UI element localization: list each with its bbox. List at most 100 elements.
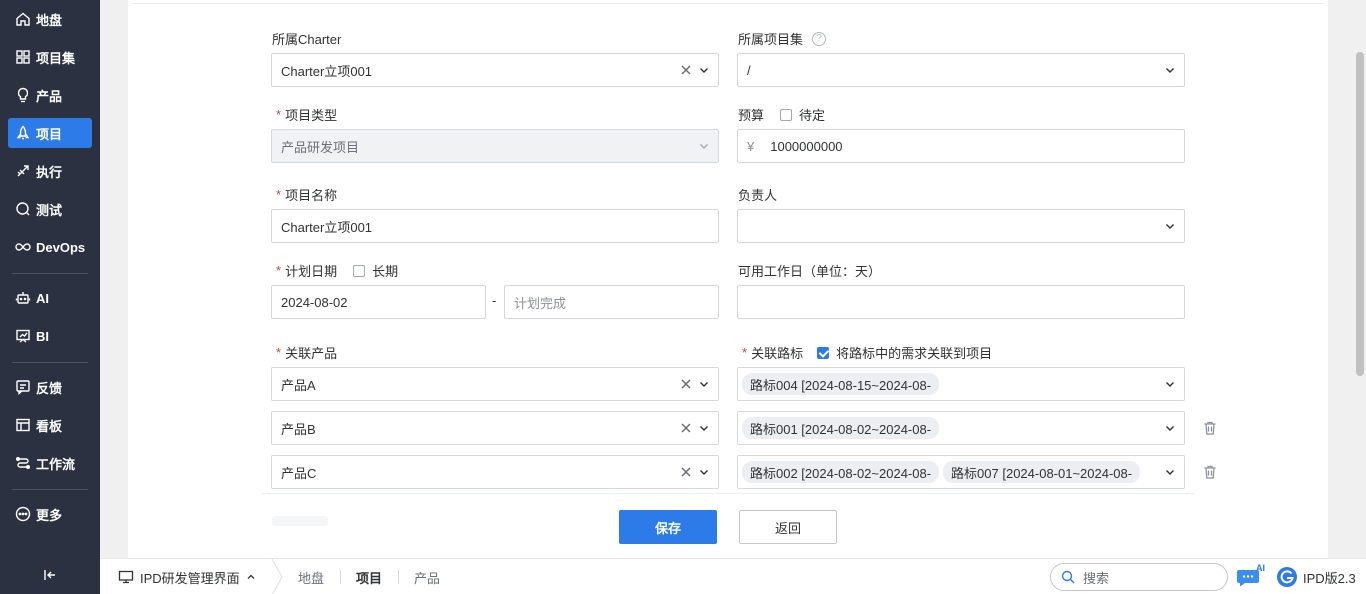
- tab-separator: [340, 570, 341, 584]
- chevron-down-icon: [700, 470, 708, 475]
- sidebar-item-label: AI: [36, 290, 49, 306]
- tab-home[interactable]: 地盘: [298, 559, 324, 594]
- chevron-down-icon: [1166, 224, 1174, 229]
- collapse-left-icon[interactable]: [40, 566, 60, 584]
- tab-separator: [398, 570, 399, 584]
- trash-icon[interactable]: [1202, 420, 1218, 436]
- milestone-select[interactable]: 路标002 [2024-08-02~2024-08- 路标007 [2024-0…: [737, 455, 1185, 489]
- budget-input[interactable]: ¥ 1000000000: [737, 129, 1185, 163]
- product-select[interactable]: 产品A: [271, 367, 719, 401]
- chevron-down-icon: [700, 68, 708, 73]
- milestone-tag[interactable]: 路标007 [2024-08-01~2024-08-: [943, 461, 1141, 483]
- program-select[interactable]: /: [737, 53, 1185, 87]
- products-label: * 关联产品: [276, 345, 338, 361]
- tab-product[interactable]: 产品: [414, 559, 440, 594]
- rocket-icon: [16, 125, 30, 140]
- workdays-input[interactable]: [737, 285, 1185, 319]
- clear-icon[interactable]: [680, 64, 692, 76]
- sidebar-divider: [12, 489, 88, 490]
- project-type-value: 产品研发项目: [281, 139, 360, 155]
- ai-assistant-button[interactable]: AI: [1236, 563, 1266, 589]
- project-name-value: Charter立项001: [281, 219, 373, 235]
- sidebar-divider: [12, 273, 88, 274]
- long-term-label: 长期: [372, 264, 399, 279]
- clear-icon[interactable]: [680, 466, 692, 478]
- chevron-down-icon: [1166, 426, 1174, 431]
- sidebar-item-feedback[interactable]: 反馈: [8, 372, 92, 402]
- search-icon: [1061, 570, 1075, 584]
- clear-icon[interactable]: [680, 378, 692, 390]
- sidebar-item-label: 执行: [36, 164, 63, 180]
- monitor-icon: [118, 570, 134, 584]
- product-value: 产品B: [281, 421, 316, 437]
- trash-icon[interactable]: [1202, 464, 1218, 480]
- plan-date-label: * 计划日期 长期: [276, 263, 399, 279]
- plan-end-date-input[interactable]: 计划完成: [504, 285, 719, 319]
- save-button[interactable]: 保存: [619, 510, 717, 544]
- chevron-down-icon: [700, 426, 708, 431]
- charter-select[interactable]: Charter立项001: [271, 53, 719, 87]
- sidebar-item-workflow[interactable]: 工作流: [8, 448, 92, 478]
- sidebar-item-label: 产品: [36, 88, 63, 104]
- global-search-input[interactable]: 搜索: [1050, 563, 1228, 591]
- kanban-icon: [16, 418, 30, 432]
- infinity-icon: [15, 243, 31, 251]
- charter-label: 所属Charter: [272, 32, 342, 47]
- sidebar-item-program[interactable]: 项目集: [8, 42, 92, 72]
- sidebar-item-label: 更多: [36, 507, 63, 523]
- chevron-down-icon: [1166, 68, 1174, 73]
- chevron-down-icon: [1166, 470, 1174, 475]
- sidebar-item-test[interactable]: 测试: [8, 194, 92, 224]
- version-text: IPD版2.3: [1303, 570, 1356, 586]
- tab-project[interactable]: 项目: [356, 559, 382, 594]
- owner-select[interactable]: [737, 209, 1185, 243]
- sidebar-item-label: 看板: [36, 418, 63, 434]
- sidebar-item-bi[interactable]: BI: [8, 321, 92, 351]
- sidebar-item-label: 项目集: [36, 50, 76, 66]
- clear-icon[interactable]: [680, 422, 692, 434]
- breadcrumb-divider: [271, 559, 283, 594]
- workflow-icon: [16, 457, 30, 469]
- sidebar-item-label: 测试: [36, 202, 63, 218]
- charter-value: Charter立项001: [281, 63, 373, 79]
- help-icon[interactable]: ?: [812, 31, 827, 46]
- app-switcher[interactable]: IPD研发管理界面: [118, 559, 262, 594]
- sidebar-item-more[interactable]: 更多: [8, 499, 92, 529]
- feedback-icon: [16, 380, 30, 395]
- plan-start-date-input[interactable]: 2024-08-02: [271, 285, 486, 319]
- milestone-tag[interactable]: 路标004 [2024-08-15~2024-08-: [742, 373, 940, 395]
- chevron-down-icon: [700, 144, 708, 149]
- chevron-down-icon: [1166, 382, 1174, 387]
- sidebar-item-ai[interactable]: AI: [8, 283, 92, 313]
- back-button[interactable]: 返回: [739, 510, 837, 544]
- milestone-tag[interactable]: 路标002 [2024-08-02~2024-08-: [742, 461, 940, 483]
- project-name-label: * 项目名称: [276, 187, 338, 203]
- long-term-checkbox[interactable]: [353, 264, 366, 277]
- app-name: IPD研发管理界面: [140, 570, 240, 586]
- milestone-tag[interactable]: 路标001 [2024-08-02~2024-08-: [742, 417, 940, 439]
- owner-label: 负责人: [738, 188, 778, 203]
- sidebar-item-execution[interactable]: 执行: [8, 156, 92, 186]
- project-type-select: 产品研发项目: [271, 129, 719, 163]
- sidebar-item-project[interactable]: 项目: [8, 118, 92, 148]
- bulb-icon: [17, 87, 29, 103]
- sidebar-item-home[interactable]: 地盘: [8, 4, 92, 34]
- milestone-select[interactable]: 路标001 [2024-08-02~2024-08-: [737, 411, 1185, 445]
- zentao-logo-icon: [1277, 567, 1297, 587]
- milestone-select[interactable]: 路标004 [2024-08-15~2024-08-: [737, 367, 1185, 401]
- sidebar-item-kanban[interactable]: 看板: [8, 410, 92, 440]
- sidebar: 地盘 项目集 产品 项目 执行 测试 DevOps AI BI 反馈 看板 工作…: [0, 0, 100, 594]
- scrollbar-thumb[interactable]: [1356, 52, 1364, 376]
- link-requirements-checkbox[interactable]: [817, 346, 830, 359]
- project-name-input[interactable]: Charter立项001: [271, 209, 719, 243]
- product-select[interactable]: 产品B: [271, 411, 719, 445]
- sidebar-item-devops[interactable]: DevOps: [8, 232, 92, 262]
- search-placeholder: 搜索: [1083, 570, 1110, 586]
- home-icon: [16, 12, 30, 26]
- product-select[interactable]: 产品C: [271, 455, 719, 489]
- budget-label: 预算 待定: [738, 105, 825, 124]
- budget-tbd-checkbox[interactable]: [780, 108, 793, 121]
- robot-icon: [15, 292, 31, 304]
- run-icon: [17, 165, 29, 177]
- sidebar-item-product[interactable]: 产品: [8, 80, 92, 110]
